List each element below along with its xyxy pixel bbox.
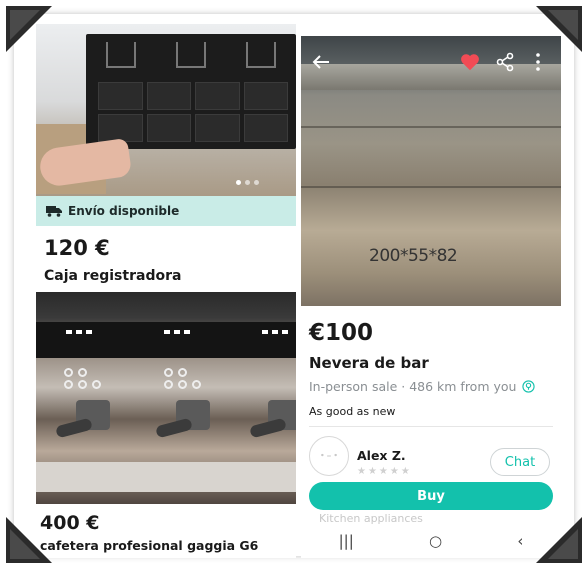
back-arrow-icon[interactable] <box>311 52 331 72</box>
item-title: Nevera de bar <box>309 354 429 372</box>
seller-rating-stars: ★★★★★ <box>357 466 412 477</box>
location-text: In-person sale · 486 km from you <box>309 379 517 394</box>
listing-price: 120 € <box>44 236 110 260</box>
listing-title[interactable]: cafetera profesional gaggia G6 <box>40 538 258 553</box>
photo-toolbar <box>301 50 561 78</box>
photo-dimensions-caption: 200*55*82 <box>369 246 458 266</box>
back-nav-button[interactable]: ‹ <box>517 532 523 550</box>
listing-grid-screenshot: Envío disponible 120 € Caja registradora… <box>36 24 296 558</box>
heart-icon[interactable] <box>459 51 481 73</box>
bill-clips <box>106 42 276 72</box>
cash-register-photo[interactable] <box>36 24 296 196</box>
shipping-label: Envío disponible <box>68 204 180 218</box>
location-pin-icon <box>522 380 536 393</box>
location-info[interactable]: In-person sale · 486 km from you <box>309 379 536 394</box>
more-vertical-icon[interactable] <box>533 52 543 72</box>
item-price: €100 <box>309 320 374 346</box>
fridge-seam <box>301 126 561 128</box>
fridge-photo[interactable]: 200*55*82 <box>301 36 561 306</box>
seller-avatar[interactable] <box>309 436 349 476</box>
photo-corner-mount <box>6 6 52 52</box>
machine-buttons <box>36 366 296 394</box>
divider <box>309 426 553 427</box>
portafilter-handle <box>249 417 287 439</box>
photo-corner-mount <box>536 6 582 52</box>
coffee-machine-photo[interactable] <box>36 292 296 504</box>
home-nav-button[interactable]: ○ <box>429 532 442 550</box>
photo-corner-mount <box>536 517 582 563</box>
recents-nav-button[interactable]: ||| <box>339 532 354 550</box>
photo-corner-mount <box>6 517 52 563</box>
item-detail-screenshot: 200*55*82 €100 Nevera de bar In-person s… <box>301 24 561 558</box>
drip-tray <box>36 462 296 492</box>
avatar-face-icon <box>321 453 337 457</box>
coin-compartments <box>98 82 288 142</box>
item-condition: As good as new <box>309 405 396 418</box>
seller-name[interactable]: Alex Z. <box>357 448 406 463</box>
register-drawer <box>86 34 296 149</box>
truck-icon <box>46 206 62 217</box>
status-bar <box>301 24 561 36</box>
chat-button[interactable]: Chat <box>490 448 550 476</box>
share-icon[interactable] <box>495 52 515 72</box>
portafilter-handle <box>55 417 93 439</box>
android-nav-bar: ||| ○ ‹ <box>301 524 561 558</box>
shipping-available-banner: Envío disponible <box>36 196 296 226</box>
machine-display-panel <box>36 322 296 358</box>
portafilter-handle <box>155 417 193 439</box>
fridge-seam <box>301 186 561 188</box>
buy-button[interactable]: Buy <box>309 482 553 510</box>
carousel-dots <box>236 180 259 185</box>
listing-title[interactable]: Caja registradora <box>44 268 181 284</box>
